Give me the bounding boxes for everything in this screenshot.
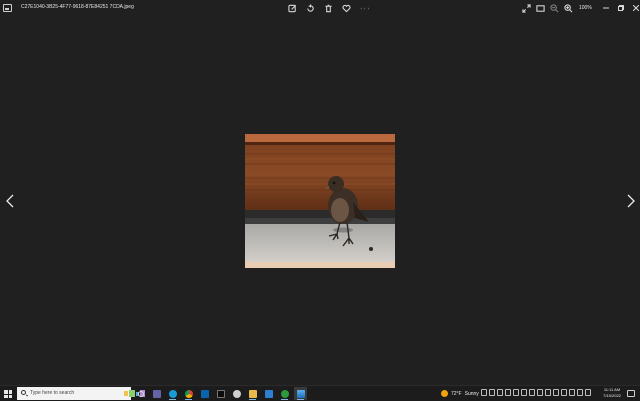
windows-logo-icon <box>8 394 12 398</box>
tray-app-icon[interactable] <box>513 389 519 396</box>
explorer-button[interactable] <box>246 387 259 400</box>
people-icon <box>232 389 241 398</box>
bird-photo-image <box>245 134 395 268</box>
system-tray <box>481 389 591 396</box>
store-button[interactable] <box>262 387 275 400</box>
search-placeholder: Type here to search <box>30 390 75 396</box>
mail-button[interactable] <box>198 387 211 400</box>
delete-icon <box>324 4 332 12</box>
clock[interactable]: 11:11 AM 7/15/2022 <box>599 387 625 399</box>
volume-icon[interactable] <box>561 389 567 396</box>
store-icon <box>264 389 273 398</box>
edit-image-icon <box>287 4 296 12</box>
fullscreen-icon <box>521 3 531 13</box>
more-icon <box>360 7 368 9</box>
close-icon <box>633 5 640 11</box>
edge-button[interactable] <box>166 387 179 400</box>
edge-icon <box>168 389 177 398</box>
displayed-photo[interactable] <box>245 134 395 268</box>
favorite-icon <box>341 4 351 12</box>
chat-icon <box>152 389 161 398</box>
next-image-button[interactable] <box>623 190 639 212</box>
previous-image-button[interactable] <box>2 190 18 212</box>
language-icon[interactable] <box>569 389 575 396</box>
tray-app-icon[interactable] <box>481 389 487 396</box>
photos-app-icon <box>3 4 12 12</box>
chat-button[interactable] <box>150 387 163 400</box>
view-controls: 100% <box>520 2 640 14</box>
terminal-icon <box>216 389 225 398</box>
fit-window-button[interactable] <box>534 2 546 14</box>
delete-button[interactable] <box>322 2 334 14</box>
more-button[interactable] <box>358 2 370 14</box>
windows-logo-icon <box>8 390 12 394</box>
taskbar-search-box[interactable]: Type here to search <box>17 387 145 400</box>
terminal-button[interactable] <box>214 387 227 400</box>
edit-image-button[interactable] <box>286 2 298 14</box>
fit-window-icon <box>535 4 545 12</box>
xbox-icon <box>280 389 289 398</box>
people-button[interactable] <box>230 387 243 400</box>
tray-app-icon[interactable] <box>505 389 511 396</box>
tray-app-icon[interactable] <box>497 389 503 396</box>
clock-date: 7/15/2022 <box>603 393 621 398</box>
title-bar: C27E1040-3B25-4F77-9618-87E84251 7CDA.jp… <box>0 0 640 16</box>
image-toolbar <box>286 2 370 14</box>
chevron-right-icon <box>627 194 635 208</box>
zoom-in-button[interactable] <box>562 2 574 14</box>
sun-icon <box>441 390 448 397</box>
maximize-button[interactable] <box>615 2 628 14</box>
window-title: C27E1040-3B25-4F77-9618-87E84251 7CDA.jp… <box>21 4 134 10</box>
photos-taskbar-button[interactable] <box>294 387 307 400</box>
chrome-icon <box>184 389 193 398</box>
weather-widget[interactable]: 72°F Sunny <box>441 388 479 399</box>
tray-app-icon[interactable] <box>529 389 535 396</box>
weather-condition: Sunny <box>464 390 479 397</box>
taskbar-apps <box>134 387 307 400</box>
task-view-button[interactable] <box>134 387 147 400</box>
windows-logo-icon <box>4 394 8 398</box>
favorite-button[interactable] <box>340 2 352 14</box>
weather-temperature: 72°F <box>451 390 462 397</box>
tray-app-icon[interactable] <box>521 389 527 396</box>
photos-icon <box>296 389 305 398</box>
explorer-icon <box>248 389 257 398</box>
rotate-icon <box>306 3 314 12</box>
chevron-left-icon <box>6 194 14 208</box>
rotate-button[interactable] <box>304 2 316 14</box>
close-button[interactable] <box>630 2 640 14</box>
search-icon <box>21 390 26 395</box>
zoom-in-icon <box>563 3 572 12</box>
zoom-level[interactable]: 100% <box>576 5 598 11</box>
windows-logo-icon <box>4 390 8 394</box>
fullscreen-button[interactable] <box>520 2 532 14</box>
tray-app-icon[interactable] <box>585 389 591 396</box>
minimize-button[interactable] <box>600 2 613 14</box>
tray-app-icon[interactable] <box>577 389 583 396</box>
start-button[interactable] <box>4 390 12 398</box>
zoom-out-icon <box>549 3 558 12</box>
minimize-icon <box>603 7 610 9</box>
xbox-button[interactable] <box>278 387 291 400</box>
task-view-icon <box>137 390 144 397</box>
zoom-out-button[interactable] <box>548 2 560 14</box>
battery-icon[interactable] <box>553 389 559 396</box>
network-icon[interactable] <box>545 389 551 396</box>
restore-icon <box>618 5 625 11</box>
tray-app-icon[interactable] <box>489 389 495 396</box>
tray-app-icon[interactable] <box>537 389 543 396</box>
mail-icon <box>200 389 209 398</box>
notification-icon[interactable] <box>627 390 635 397</box>
taskbar: Type here to search 72°F Sunny 11:11 AM … <box>0 385 640 401</box>
chrome-button[interactable] <box>182 387 195 400</box>
